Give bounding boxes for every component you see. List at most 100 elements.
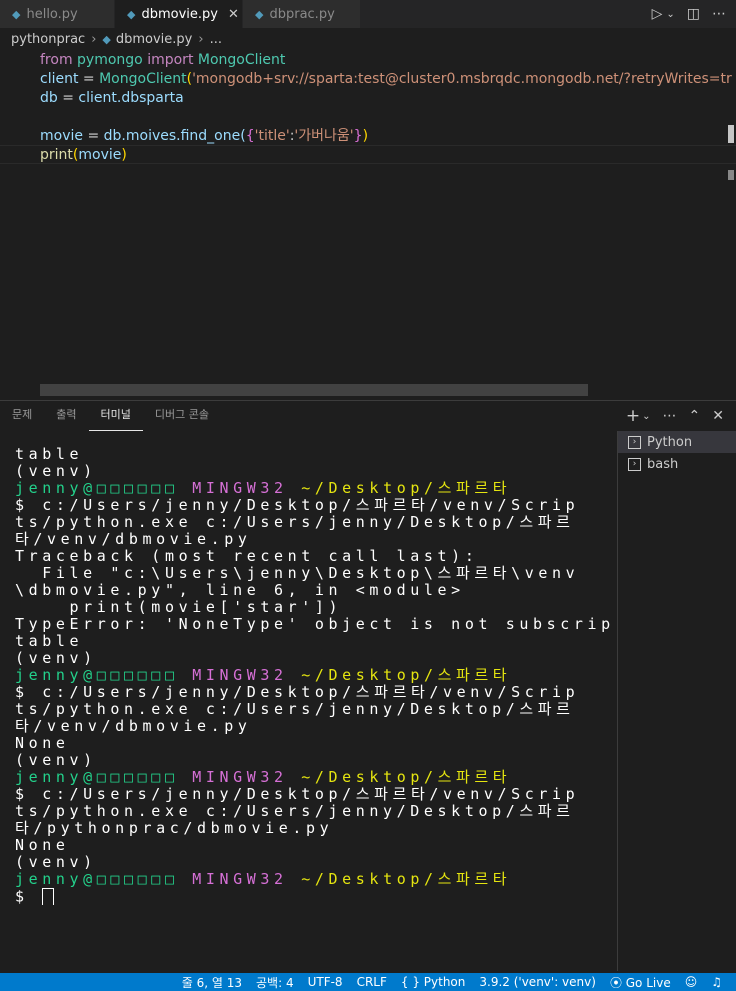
terminal-line: ts/python.exe c:/Users/jenny/Desktop/스파르: [15, 701, 575, 718]
close-icon[interactable]: ✕: [228, 7, 239, 22]
terminal-line: None: [15, 735, 70, 752]
terminal-item-bash[interactable]: › bash: [618, 453, 736, 475]
terminal-cursor: [42, 888, 55, 905]
tab-dbprac-py[interactable]: ◆ dbprac.py: [243, 0, 361, 28]
more-actions-icon[interactable]: ⋯: [712, 6, 726, 22]
terminal-line: $ c:/Users/jenny/Desktop/스파르타/venv/Scrip: [15, 684, 580, 701]
editor-tab-bar: ◆ hello.py ◆ dbmovie.py ✕ ◆ dbprac.py: [0, 0, 736, 28]
terminal-line: None: [15, 837, 70, 854]
terminal-prompt-line: jenny@□□□□□□ MINGW32 ~/Desktop/스파르타: [15, 480, 615, 497]
terminal-line: \dbmovie.py", line 6, in <module>: [15, 582, 465, 599]
terminal-line: Traceback (most recent call last):: [15, 548, 479, 565]
code-line-6: print(movie): [40, 147, 127, 163]
terminal-line: $ c:/Users/jenny/Desktop/스파르타/venv/Scrip: [15, 497, 580, 514]
terminal-line: 타/venv/dbmovie.py: [15, 531, 252, 548]
python-file-icon: ◆: [102, 32, 111, 46]
terminal-icon: ›: [628, 457, 641, 471]
breadcrumb-more[interactable]: ...: [210, 32, 222, 47]
tab-label: dbprac.py: [269, 6, 335, 22]
prompt-host: MINGW32: [192, 667, 288, 684]
split-editor-icon[interactable]: ◫: [687, 6, 700, 22]
terminal-line: (venv): [15, 463, 97, 480]
prompt-user: jenny@□□□□□□: [15, 769, 179, 786]
terminal-item-label: Python: [647, 434, 693, 450]
code-line-5: movie = db.moives.find_one({'title':'가버나…: [40, 128, 369, 144]
tab-label: hello.py: [26, 6, 78, 22]
prompt-path: ~/Desktop/스파르타: [301, 667, 512, 684]
maximize-panel-icon[interactable]: ⌃: [689, 408, 701, 424]
status-encoding[interactable]: UTF-8: [308, 975, 343, 989]
bell-icon[interactable]: ♫: [711, 975, 722, 989]
horizontal-scrollbar[interactable]: [40, 384, 588, 396]
prompt-path: ~/Desktop/스파르타: [301, 871, 512, 888]
tab-dbmovie-py[interactable]: ◆ dbmovie.py ✕: [115, 0, 243, 28]
prompt-host: MINGW32: [192, 480, 288, 497]
breadcrumb: pythonprac › ◆ dbmovie.py › ...: [0, 28, 736, 50]
status-go-live[interactable]: ⦿ Go Live: [610, 974, 671, 991]
status-interpreter[interactable]: 3.9.2 ('venv': venv): [479, 975, 596, 989]
panel-tabs: 문제 출력 터미널 디버그 콘솔: [0, 401, 221, 431]
terminal-line: table: [15, 446, 84, 463]
terminal-item-python[interactable]: › Python: [618, 431, 736, 453]
terminal-prompt-line: jenny@□□□□□□ MINGW32 ~/Desktop/스파르타: [15, 871, 615, 888]
close-panel-icon[interactable]: ✕: [712, 408, 724, 424]
python-file-icon: ◆: [127, 7, 136, 21]
feedback-icon[interactable]: ☺: [685, 975, 698, 989]
editor-actions: ▷ ⌄ ◫ ⋯: [652, 0, 726, 28]
terminal-input-line[interactable]: $: [15, 888, 615, 905]
terminal-icon: ›: [628, 435, 641, 449]
terminal-line: ts/python.exe c:/Users/jenny/Desktop/스파르: [15, 803, 575, 820]
terminal-line: (venv): [15, 650, 97, 667]
terminal-item-label: bash: [647, 456, 679, 472]
overview-ruler-mark: [728, 170, 734, 180]
prompt-host: MINGW32: [192, 871, 288, 888]
prompt-user: jenny@□□□□□□: [15, 480, 179, 497]
code-line-2: client = MongoClient('mongodb+srv://spar…: [40, 71, 732, 87]
terminal-line: 타/pythonprac/dbmovie.py: [15, 820, 334, 837]
prompt-path: ~/Desktop/스파르타: [301, 480, 512, 497]
breadcrumb-file[interactable]: dbmovie.py: [116, 32, 193, 47]
prompt-symbol: $: [15, 888, 43, 905]
terminal-list: › Python › bash: [617, 431, 736, 971]
run-icon[interactable]: ▷: [652, 6, 663, 22]
prompt-user: jenny@□□□□□□: [15, 871, 179, 888]
more-actions-icon[interactable]: ⋯: [663, 408, 677, 424]
terminal-prompt-line: jenny@□□□□□□ MINGW32 ~/Desktop/스파르타: [15, 667, 615, 684]
tab-terminal[interactable]: 터미널: [88, 401, 143, 431]
code-line-3: db = client.dbsparta: [40, 90, 184, 106]
terminal-line: (venv): [15, 854, 97, 871]
tab-output[interactable]: 출력: [44, 401, 88, 431]
panel-actions: + ⌄ ⋯ ⌃ ✕: [626, 401, 724, 431]
tab-hello-py[interactable]: ◆ hello.py: [0, 0, 115, 28]
chevron-down-icon[interactable]: ⌄: [642, 411, 650, 422]
terminal-output[interactable]: table (venv) jenny@□□□□□□ MINGW32 ~/Deskto…: [15, 446, 615, 966]
chevron-right-icon: ›: [198, 31, 204, 47]
breadcrumb-folder[interactable]: pythonprac: [11, 32, 85, 47]
overview-ruler-mark: [728, 125, 734, 143]
chevron-right-icon: ›: [91, 31, 97, 47]
python-file-icon: ◆: [255, 7, 264, 21]
tab-problems[interactable]: 문제: [0, 401, 44, 431]
chevron-down-icon[interactable]: ⌄: [666, 9, 674, 20]
tab-debug-console[interactable]: 디버그 콘솔: [143, 401, 221, 431]
new-terminal-icon[interactable]: +: [626, 406, 640, 426]
terminal-line: (venv): [15, 752, 97, 769]
status-cursor-position[interactable]: 줄 6, 열 13: [182, 974, 242, 991]
terminal-line: table: [15, 633, 84, 650]
terminal-line: 타/venv/dbmovie.py: [15, 718, 252, 735]
prompt-path: ~/Desktop/스파르타: [301, 769, 512, 786]
terminal-line: TypeError: 'NoneType' object is not subs…: [15, 616, 615, 633]
terminal-prompt-line: jenny@□□□□□□ MINGW32 ~/Desktop/스파르타: [15, 769, 615, 786]
python-file-icon: ◆: [12, 7, 21, 21]
terminal-line: File "c:\Users\jenny\Desktop\스파르타\venv: [15, 565, 580, 582]
prompt-user: jenny@□□□□□□: [15, 667, 179, 684]
status-language[interactable]: { } Python: [401, 975, 466, 989]
code-line-1: from pymongo import MongoClient: [40, 52, 286, 68]
tab-label: dbmovie.py: [141, 6, 218, 22]
terminal-line: print(movie['star']): [15, 599, 343, 616]
status-bar: 줄 6, 열 13 공백: 4 UTF-8 CRLF { } Python 3.…: [0, 973, 736, 991]
status-indentation[interactable]: 공백: 4: [256, 974, 294, 991]
status-eol[interactable]: CRLF: [357, 975, 387, 989]
code-editor[interactable]: from pymongo import MongoClient client =…: [0, 50, 736, 400]
prompt-host: MINGW32: [192, 769, 288, 786]
